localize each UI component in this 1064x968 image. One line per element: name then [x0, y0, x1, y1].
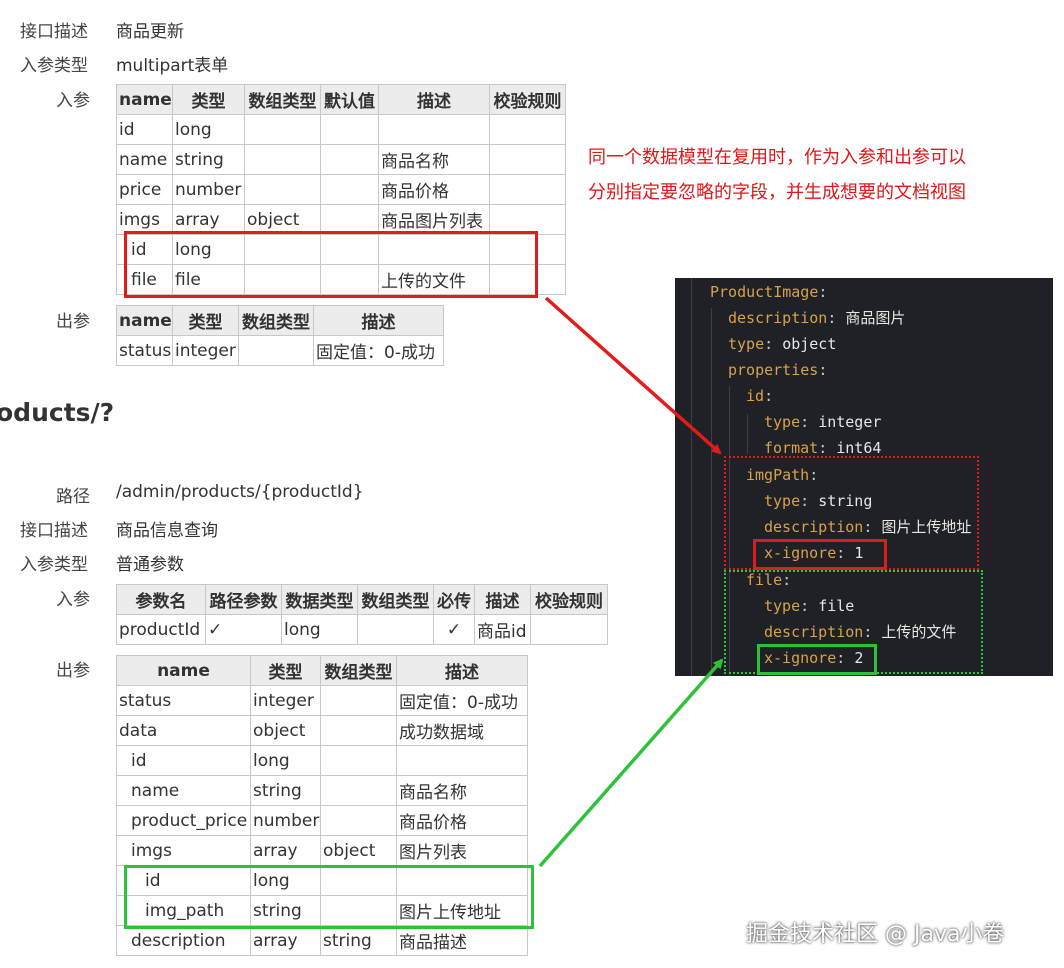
green-arrow [538, 658, 724, 868]
watermark: 掘金技术社区 @ Java小卷 [746, 922, 1005, 947]
arrows-overlay [538, 296, 724, 868]
red-arrow [544, 296, 722, 455]
